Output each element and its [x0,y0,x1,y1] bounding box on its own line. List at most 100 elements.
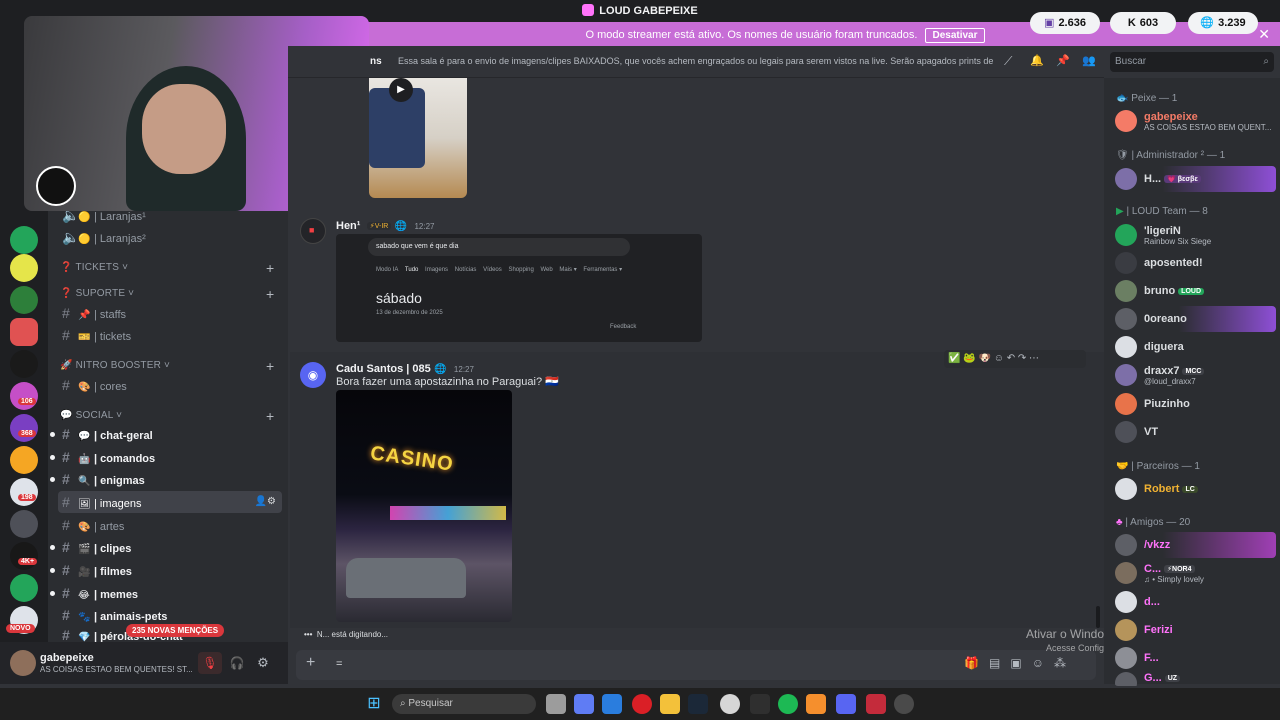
gift-icon[interactable]: 🎁 [964,656,979,670]
member-item[interactable]: Ferizi [1114,617,1276,643]
attach-plus-icon[interactable]: + [306,654,315,672]
pin-icon[interactable]: 📌 [1056,54,1070,67]
member-item[interactable]: VT [1114,419,1276,445]
channel-settings-icon[interactable]: 👤⚙ [255,491,276,513]
server-icon[interactable] [10,286,38,314]
category-nitro-booster[interactable]: 🚀 NITRO BOOSTER ˅ + [60,358,274,374]
channel-topic[interactable]: Essa sala é para o envio de imagens/clip… [398,56,994,66]
category-suporte[interactable]: ❓ SUPORTE ˅ + [60,286,274,302]
server-icon[interactable] [10,542,38,570]
member-item[interactable]: G... UZ [1114,670,1276,686]
member-item[interactable]: bruno LOUD [1114,278,1276,304]
member-item[interactable]: Robert LC [1114,476,1276,502]
copilot-icon[interactable] [574,694,594,714]
windows-start-icon[interactable]: ⊞ [364,694,384,714]
app-icon[interactable] [806,694,826,714]
member-item[interactable]: diguera [1114,334,1276,360]
forward-icon[interactable]: ↷ [1018,353,1026,364]
member-item[interactable]: 0oreano [1114,306,1276,332]
add-channel-icon[interactable]: + [266,260,274,276]
image-attachment[interactable]: CASINO [336,390,512,622]
member-item[interactable]: aposented! [1114,250,1276,276]
member-item[interactable]: gabepeixe AS COISAS ESTAO BEM QUENT... [1114,108,1276,134]
channel-tickets[interactable]: # 🎫 | tickets [58,324,282,346]
app-icon[interactable] [720,694,740,714]
user-name[interactable]: gabepeixe [40,652,94,664]
taskbar-search[interactable]: ⌕ Pesquisar [392,694,536,714]
member-item[interactable]: draxx7 MCC @loud_draxx7 [1114,362,1276,388]
apps-icon[interactable]: ⁂ [1054,656,1066,670]
channel-staffs[interactable]: # 📌 | staffs [58,302,282,324]
channel-imagens[interactable]: # 🖼 | imagens 👤⚙ [58,491,282,513]
emoji-icon[interactable]: ☺ [1032,656,1044,670]
avatar[interactable] [10,650,36,676]
member-item[interactable]: F... [1114,645,1276,671]
search-input[interactable]: Buscar ⌕ [1110,52,1274,72]
channel-comandos[interactable]: # 🤖 | comandos [58,446,282,468]
avatar[interactable]: ■ [300,218,326,244]
server-icon[interactable] [10,226,38,254]
channel-animais-pets[interactable]: # 🐾 | animais-pets [58,604,282,626]
spotify-icon[interactable] [778,694,798,714]
member-item[interactable]: d... [1114,589,1276,615]
server-icon[interactable] [10,414,38,442]
add-channel-icon[interactable]: + [266,358,274,374]
server-icon[interactable] [10,510,38,538]
close-icon[interactable]: ✕ [1258,26,1270,43]
message-author[interactable]: Hen¹ [336,220,360,232]
gear-icon[interactable]: ⚙ [254,652,272,674]
reply-icon[interactable]: ↶ [1007,353,1015,364]
play-icon[interactable]: ▶ [389,78,413,102]
file-explorer-icon[interactable] [660,694,680,714]
sticker-icon[interactable]: ▣ [1010,656,1021,670]
scrollbar[interactable] [1096,606,1100,628]
server-icon[interactable] [10,574,38,602]
channel-artes[interactable]: # 🎨 | artes [58,514,282,536]
headphones-icon[interactable]: 🎧 [228,652,246,674]
server-icon[interactable] [10,478,38,506]
discord-icon[interactable] [836,694,856,714]
member-item[interactable]: 'ligeriN Rainbow Six Siege [1114,222,1276,248]
channel-clipes[interactable]: # 🎬 | clipes [58,536,282,558]
member-item[interactable]: Piuzinho [1114,391,1276,417]
more-icon[interactable]: ⋯ [1029,353,1039,364]
app-icon[interactable] [750,694,770,714]
image-attachment[interactable]: ▶ [369,78,467,198]
server-icon[interactable] [10,318,38,346]
member-item[interactable]: /vkzz [1114,532,1276,558]
browser-icon[interactable] [602,694,622,714]
discord-avatar-icon[interactable]: ◉ [300,362,326,388]
app-icon[interactable] [866,694,886,714]
add-reaction-icon[interactable]: ☺ [994,353,1004,364]
reaction-emoji-icon[interactable]: 🐸 [963,353,975,364]
channel-cores[interactable]: # 🎨 | cores [58,374,282,396]
steam-icon[interactable] [688,694,708,714]
category-social[interactable]: 💬 SOCIAL ˅ + [60,408,274,424]
reaction-check-icon[interactable]: ✅ [948,353,960,364]
category-tickets[interactable]: ❓ TICKETS ˅ + [60,260,274,276]
member-list-icon[interactable]: 👥 [1082,54,1096,67]
composer-input[interactable]: = [336,658,342,670]
server-icon[interactable] [10,254,38,282]
new-mentions-badge[interactable]: 235 NOVAS MENÇÕES [126,624,225,637]
add-channel-icon[interactable]: + [266,286,274,302]
task-view-icon[interactable] [546,694,566,714]
disable-streamer-button[interactable]: Desativar [925,28,985,43]
voice-channel[interactable]: 🔈🟡 | Laranjas² [58,226,282,248]
channel-memes[interactable]: # 😂 | memes [58,582,282,604]
gif-icon[interactable]: ▤ [989,656,1000,670]
obs-icon[interactable] [894,694,914,714]
channel-filmes[interactable]: # 🎥 | filmes [58,559,282,581]
opera-icon[interactable] [632,694,652,714]
add-channel-icon[interactable]: + [266,408,274,424]
server-icon[interactable] [10,446,38,474]
search-screenshot-embed[interactable]: sabado que vem é que dia Modo IA Tudo Im… [336,234,702,342]
server-icon[interactable] [10,350,38,378]
bell-icon[interactable]: 🔔 [1030,54,1044,67]
server-icon[interactable] [10,382,38,410]
message-author[interactable]: Cadu Santos | 085 [336,363,431,375]
reaction-emoji-icon[interactable]: 🐶 [978,353,990,364]
channel-enigmas[interactable]: # 🔍 | enigmas [58,468,282,490]
threads-icon[interactable]: ⟋ [1004,54,1012,69]
member-item[interactable]: H... 💗 βεσβε [1114,166,1276,192]
